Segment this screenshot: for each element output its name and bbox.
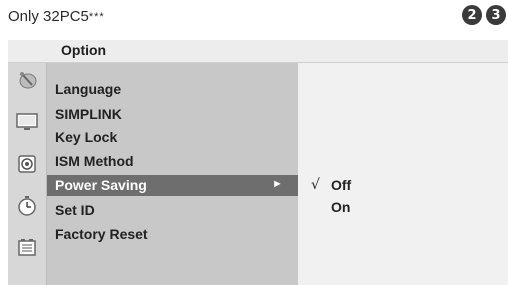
option-off[interactable]: √ Off	[311, 175, 352, 195]
model-note: Only 32PC5***	[8, 8, 105, 25]
menu-icon-bar	[8, 63, 47, 285]
power-saving-options: √ Off On	[298, 63, 508, 285]
menu-item-label: Power Saving	[55, 177, 147, 193]
menu-item-label: Language	[55, 81, 122, 97]
model-note-text: Only 32PC5	[8, 8, 89, 25]
menu-header: Option	[8, 40, 508, 63]
option-on[interactable]: On	[331, 197, 350, 217]
model-note-marks: ***	[88, 11, 105, 23]
menu-item-set-id[interactable]: Set ID	[47, 200, 298, 221]
menu-item-label: ISM Method	[55, 153, 134, 169]
checkmark-icon: √	[311, 177, 320, 193]
time-icon[interactable]	[14, 195, 40, 217]
option-submenu: Language SIMPLINK Key Lock ISM Method Po…	[47, 63, 298, 285]
picture-icon[interactable]	[14, 111, 40, 133]
option-icon[interactable]	[14, 237, 40, 259]
menu-item-language[interactable]: Language	[47, 79, 298, 100]
step-badges: 2 3	[462, 5, 506, 25]
menu-item-key-lock[interactable]: Key Lock	[47, 127, 298, 148]
menu-item-label: Set ID	[55, 202, 95, 218]
submenu-arrow-icon: ►	[272, 178, 283, 190]
menu-item-ism-method[interactable]: ISM Method	[47, 151, 298, 172]
option-label: On	[331, 199, 351, 215]
menu-item-label: Factory Reset	[55, 226, 148, 242]
setup-icon[interactable]	[14, 69, 40, 91]
menu-item-power-saving[interactable]: Power Saving ►	[47, 175, 298, 196]
step-badge: 2	[462, 5, 482, 25]
menu-item-label: Key Lock	[55, 129, 118, 145]
osd-menu: Option Language SIMPLINK Key Lock ISM Me…	[8, 40, 508, 285]
menu-title: Option	[61, 42, 107, 58]
menu-item-label: SIMPLINK	[55, 106, 122, 122]
step-badge: 3	[486, 5, 506, 25]
option-label: Off	[331, 177, 352, 193]
menu-item-simplink[interactable]: SIMPLINK	[47, 104, 298, 125]
menu-item-factory-reset[interactable]: Factory Reset	[47, 224, 298, 245]
audio-icon[interactable]	[14, 153, 40, 175]
